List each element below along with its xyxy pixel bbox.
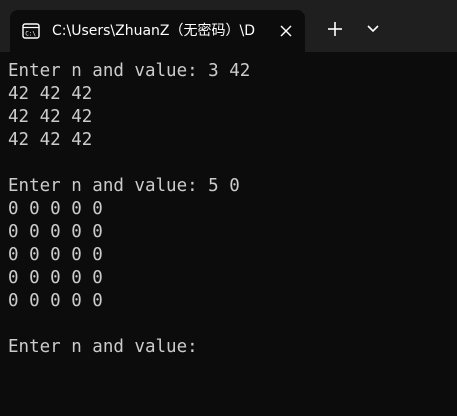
console-line: 0 0 0 0 0 [8, 291, 103, 311]
console-line: Enter n and value: 5 0 [8, 176, 240, 196]
console-line: 0 0 0 0 0 [8, 245, 103, 265]
plus-icon[interactable] [322, 16, 348, 42]
console-output[interactable]: Enter n and value: 3 42 42 42 42 42 42 4… [8, 60, 448, 410]
console-prompt: Enter n and value: [8, 337, 198, 357]
console-line: Enter n and value: 3 42 [8, 61, 251, 81]
terminal-icon: C:\ [22, 23, 40, 39]
console-line: 0 0 0 0 0 [8, 268, 103, 288]
title-bar[interactable]: C:\ C:\Users\ZhuanZ（无密码）\D [0, 0, 457, 52]
console-line: 0 0 0 0 0 [8, 222, 103, 242]
console-line: 42 42 42 [8, 84, 93, 104]
svg-text:C:\: C:\ [25, 31, 36, 38]
console-line: 0 0 0 0 0 [8, 199, 103, 219]
tab-active[interactable]: C:\ C:\Users\ZhuanZ（无密码）\D [10, 10, 305, 52]
terminal-window: C:\ C:\Users\ZhuanZ（无密码）\D Enter n and v… [0, 0, 457, 416]
console-line: 42 42 42 [8, 107, 93, 127]
console-line: 42 42 42 [8, 130, 93, 150]
tab-title: C:\Users\ZhuanZ（无密码）\D [52, 23, 256, 39]
chevron-down-icon[interactable] [360, 16, 386, 42]
close-icon[interactable] [278, 23, 294, 39]
